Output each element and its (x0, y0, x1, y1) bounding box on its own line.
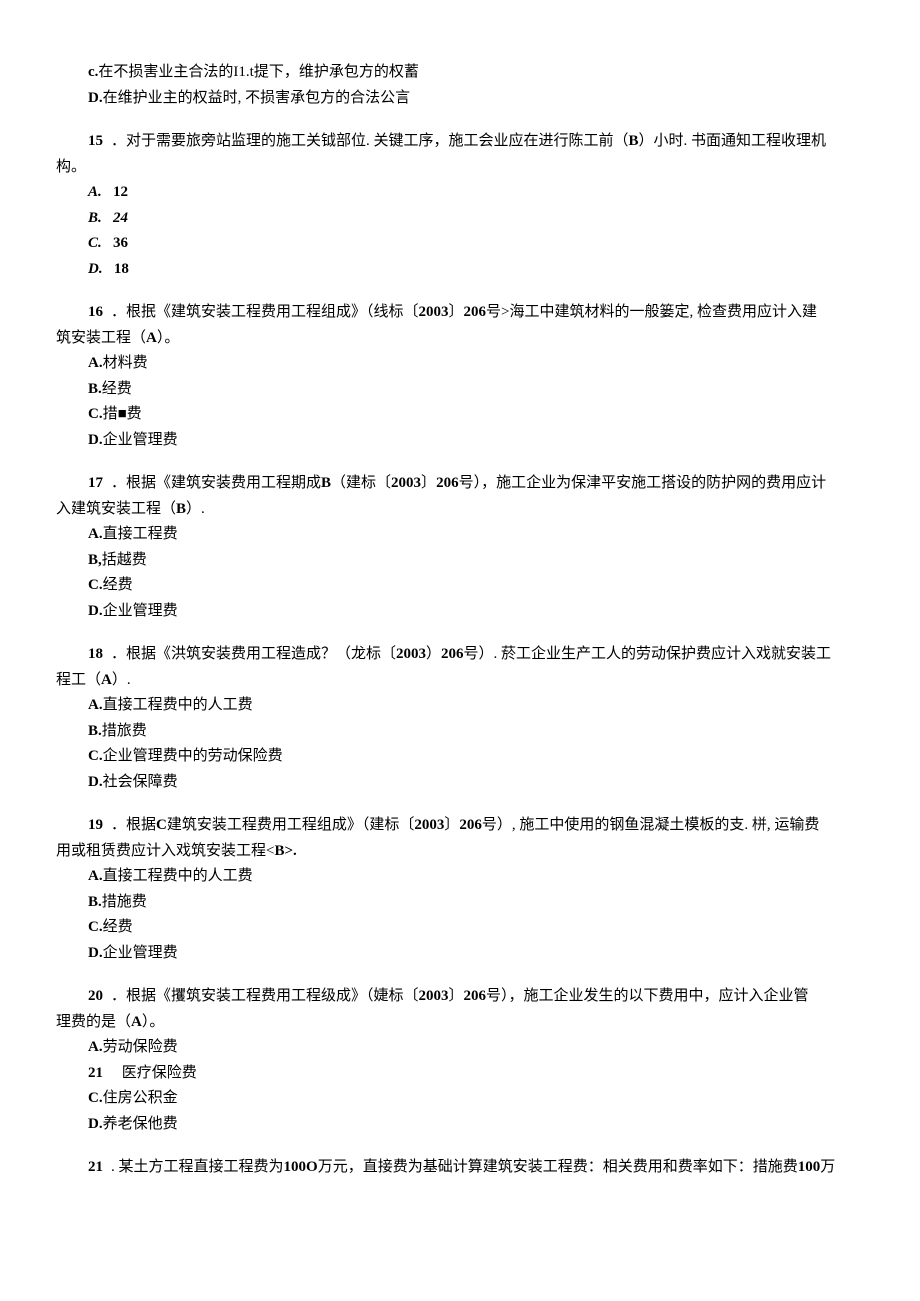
question-stem: 21. 某土方工程直接工程费为100O万元，直接费为基础计算建筑安装工程费：相关… (56, 1155, 864, 1181)
option-c: C. 36 (56, 231, 864, 257)
question-stem: 19．根据C建筑安装工程费用工程组成》（建标〔2003〕206号）, 施工中使用… (56, 813, 864, 864)
question-16: 16．根抿《建筑安装工程费用工程组成》（线标〔2003〕206号>海工中建筑材料… (56, 300, 864, 453)
option-d: D.在维护业主的权益时, 不损害承包方的合法公言 (56, 86, 864, 112)
question-stem: 15．对于需要旅旁站监理的施工关钺部位. 关键工序，施工会业应在进行陈工前（B）… (56, 129, 864, 180)
option-d: D.企业管理费 (56, 941, 864, 967)
option-a: A.劳动保险费 (56, 1035, 864, 1061)
question-21: 21. 某土方工程直接工程费为100O万元，直接费为基础计算建筑安装工程费：相关… (56, 1155, 864, 1181)
option-b: B,括越费 (56, 548, 864, 574)
option-d: D.企业管理费 (56, 599, 864, 625)
question-stem: 16．根抿《建筑安装工程费用工程组成》（线标〔2003〕206号>海工中建筑材料… (56, 300, 864, 351)
question-14-tail: c.在不损害业主合法的I1.t提下，维护承包方的权蓄 D.在维护业主的权益时, … (56, 60, 864, 111)
option-d: D.养老保他费 (56, 1112, 864, 1138)
question-stem: 20．根据《攫筑安装工程费用工程级成》（婕标〔2003〕206号），施工企业发生… (56, 984, 864, 1035)
option-b: 21 医疗保险费 (56, 1061, 864, 1087)
option-c: c.在不损害业主合法的I1.t提下，维护承包方的权蓄 (56, 60, 864, 86)
option-a: A.直接工程费中的人工费 (56, 693, 864, 719)
question-stem: 17．根据《建筑安装费用工程期成B（建标〔2003〕206号），施工企业为保津平… (56, 471, 864, 522)
question-19: 19．根据C建筑安装工程费用工程组成》（建标〔2003〕206号）, 施工中使用… (56, 813, 864, 966)
option-a: A. 12 (56, 180, 864, 206)
question-stem: 18．根据《洪筑安装费用工程造成？（龙标〔2003）206号）. 菸工企业生产工… (56, 642, 864, 693)
option-d: D. 18 (56, 257, 864, 283)
option-a: A.直接工程费中的人工费 (56, 864, 864, 890)
option-c: C.经费 (56, 573, 864, 599)
question-15: 15．对于需要旅旁站监理的施工关钺部位. 关键工序，施工会业应在进行陈工前（B）… (56, 129, 864, 282)
option-b: B. 24 (56, 206, 864, 232)
option-a: A.材料费 (56, 351, 864, 377)
option-c: C.企业管理费中的劳动保险费 (56, 744, 864, 770)
question-18: 18．根据《洪筑安装费用工程造成？（龙标〔2003）206号）. 菸工企业生产工… (56, 642, 864, 795)
question-17: 17．根据《建筑安装费用工程期成B（建标〔2003〕206号），施工企业为保津平… (56, 471, 864, 624)
option-d: D.社会保障费 (56, 770, 864, 796)
option-c: C.住房公积金 (56, 1086, 864, 1112)
option-a: A.直接工程费 (56, 522, 864, 548)
option-b: B.措施费 (56, 890, 864, 916)
option-b: B.经费 (56, 377, 864, 403)
option-c: C.措■费 (56, 402, 864, 428)
option-c: C.经费 (56, 915, 864, 941)
option-b: B.措旅费 (56, 719, 864, 745)
option-d: D.企业管理费 (56, 428, 864, 454)
question-20: 20．根据《攫筑安装工程费用工程级成》（婕标〔2003〕206号），施工企业发生… (56, 984, 864, 1137)
